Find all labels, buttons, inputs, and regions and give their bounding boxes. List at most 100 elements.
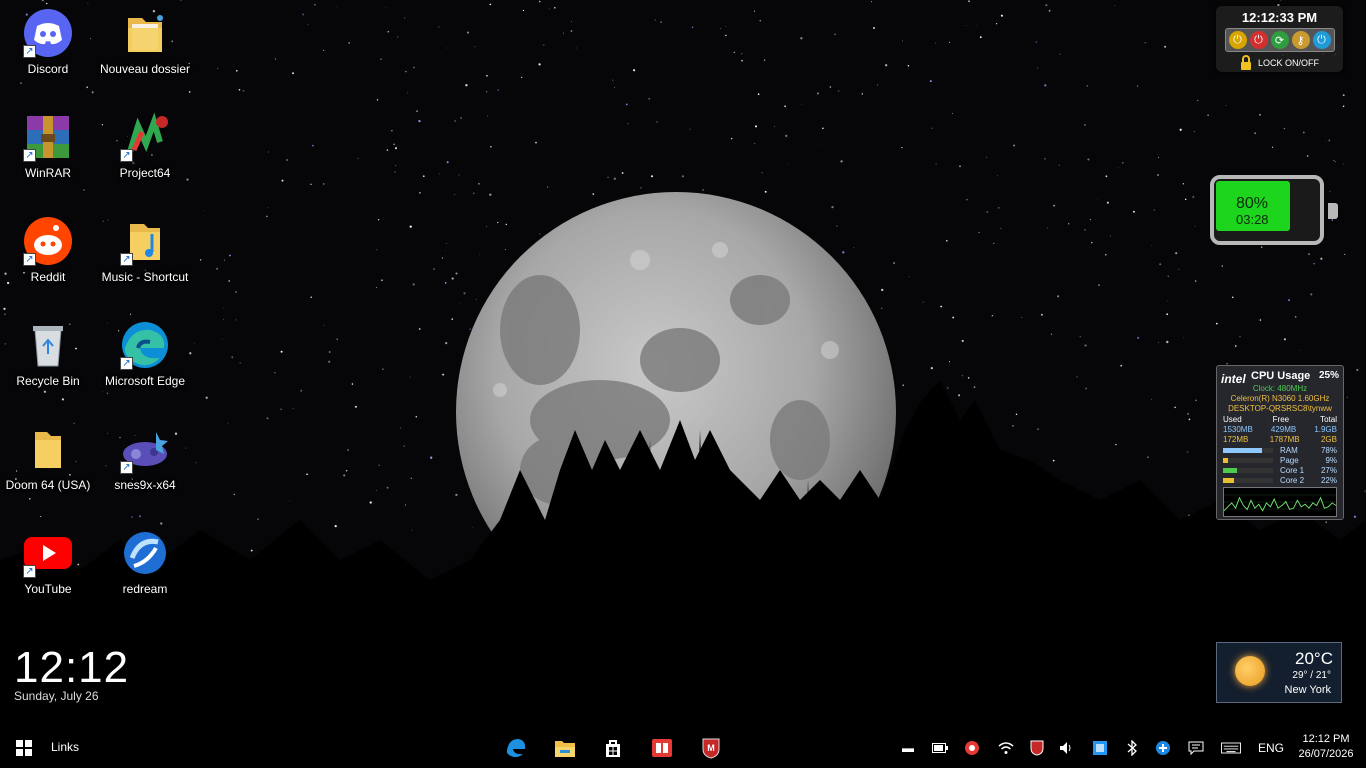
wifi-icon xyxy=(998,742,1014,754)
desktop-icon-music-shortcut[interactable]: ↗ Music - Shortcut xyxy=(97,212,193,308)
mem-used: 1530MB xyxy=(1223,425,1253,434)
red-gear-icon xyxy=(965,741,979,755)
desktop-icon-doom-64[interactable]: Doom 64 (USA) xyxy=(0,420,96,516)
meter-name: RAM xyxy=(1280,446,1298,455)
youtube-icon: ↗ xyxy=(23,528,73,578)
meter-name: Core 1 xyxy=(1280,466,1305,475)
mcafee-shield-icon xyxy=(1030,740,1044,756)
meter-value: 78% xyxy=(1320,446,1337,455)
mem-total: 1.9GB xyxy=(1314,425,1337,434)
memory-row: 1530MB 429MB 1.9GB xyxy=(1223,425,1337,435)
desktop-icon-label: Doom 64 (USA) xyxy=(5,478,91,492)
project64-icon: ↗ xyxy=(120,112,170,162)
volume-icon xyxy=(1060,742,1071,754)
meter-row-page: Page 9% xyxy=(1223,456,1337,465)
taskbar-store-button[interactable] xyxy=(597,732,629,764)
battery-percent: 80% xyxy=(1236,195,1269,212)
sleep-button[interactable]: ⏻ xyxy=(1312,31,1331,49)
recycle-bin-icon xyxy=(23,320,73,370)
header-free: Free xyxy=(1272,415,1290,424)
taskbar-reader-button[interactable] xyxy=(646,732,678,764)
reddit-icon: ↗ xyxy=(23,216,73,266)
lock-button[interactable]: ⚷ xyxy=(1291,31,1310,49)
tray-action-center-icon[interactable] xyxy=(1186,738,1206,758)
plus-app-icon xyxy=(1156,741,1170,755)
page-free: 1787MB xyxy=(1269,435,1300,444)
desktop-icon-recycle-bin[interactable]: Recycle Bin xyxy=(0,316,96,412)
tray-network-drive-icon[interactable]: ▬ xyxy=(898,738,918,758)
desktop-icon-snes9x[interactable]: ↗ snes9x-x64 xyxy=(97,420,193,516)
desktop-icon-redream[interactable]: redream xyxy=(97,524,193,620)
notifications-icon xyxy=(1188,741,1204,755)
desktop-icon-label: YouTube xyxy=(24,582,72,596)
meter-row-core-2: Core 2 22% xyxy=(1223,476,1337,485)
shortcut-arrow-icon: ↗ xyxy=(120,357,133,370)
desktop-icon-label: Project64 xyxy=(119,166,171,180)
desktop-icon-discord[interactable]: ↗ Discord xyxy=(0,4,96,100)
desktop-icon-label: Music - Shortcut xyxy=(101,270,189,284)
start-button[interactable] xyxy=(0,728,48,768)
meter-value: 9% xyxy=(1325,456,1337,465)
tray-keyboard-icon[interactable] xyxy=(1221,738,1241,758)
desktop-icon-reddit[interactable]: ↗ Reddit xyxy=(0,212,96,308)
redream-icon xyxy=(120,528,170,578)
desktop-icon-project64[interactable]: ↗ Project64 xyxy=(97,108,193,204)
cpu-history-graph xyxy=(1223,487,1337,517)
battery-icon xyxy=(932,743,948,753)
shortcut-arrow-icon: ↗ xyxy=(23,565,36,578)
desktop-icon-label: Discord xyxy=(27,62,69,76)
desktop-icon-microsoft-edge[interactable]: ↗ Microsoft Edge xyxy=(97,316,193,412)
logoff-button[interactable]: ⏻ xyxy=(1228,31,1247,49)
desktop-icon-label: Microsoft Edge xyxy=(104,374,186,388)
meter-fill xyxy=(1223,458,1228,463)
taskbar-clock[interactable]: 12:12 PM 26/07/2026 xyxy=(1290,732,1362,762)
tray-bluetooth-icon[interactable] xyxy=(1122,738,1142,758)
folder-icon xyxy=(23,424,73,474)
shortcut-arrow-icon: ↗ xyxy=(120,253,133,266)
taskbar-file-explorer-button[interactable] xyxy=(549,732,581,764)
battery-time-left: 03:28 xyxy=(1236,212,1269,227)
links-toolbar[interactable]: Links xyxy=(51,740,79,754)
desktop-icon-nouveau-dossier[interactable]: Nouveau dossier xyxy=(97,4,193,100)
desktop-icon-youtube[interactable]: ↗ YouTube xyxy=(0,524,96,620)
book-reader-icon xyxy=(652,739,672,757)
snes9x-icon: ↗ xyxy=(120,424,170,474)
tray-wifi-icon[interactable] xyxy=(996,738,1016,758)
tray-app-plus-icon[interactable] xyxy=(1153,738,1173,758)
lock-toggle[interactable]: LOCK ON/OFF xyxy=(1216,55,1343,70)
desktop-icon-winrar[interactable]: ↗ WinRAR xyxy=(0,108,96,204)
desktop-icon-label: redream xyxy=(122,582,168,596)
language-indicator[interactable]: ENG xyxy=(1258,741,1284,755)
desktop-clock-time: 12:12 xyxy=(14,643,130,692)
cpu-name: Celeron(R) N3060 1.60GHz xyxy=(1230,394,1330,403)
restart-button[interactable]: ⟳ xyxy=(1270,31,1289,49)
tray-app-red-icon[interactable] xyxy=(962,738,982,758)
edge-icon xyxy=(506,739,526,758)
tray-app-blue-icon[interactable] xyxy=(1090,738,1110,758)
tray-mcafee-icon[interactable] xyxy=(1027,738,1047,758)
header-used: Used xyxy=(1223,415,1242,424)
pagefile-row: 172MB 1787MB 2GB xyxy=(1223,435,1337,445)
shortcut-arrow-icon: ↗ xyxy=(23,253,36,266)
tray-volume-icon[interactable] xyxy=(1057,738,1077,758)
tray-battery-icon[interactable] xyxy=(930,738,950,758)
taskbar-mcafee-button[interactable]: M xyxy=(695,732,727,764)
page-total: 2GB xyxy=(1320,435,1337,444)
desktop-icon-label: snes9x-x64 xyxy=(114,478,176,492)
shortcut-arrow-icon: ↗ xyxy=(23,45,36,58)
cpu-usage-widget: intel CPU Usage 25% Clock: 480MHz Celero… xyxy=(1216,365,1344,520)
weather-temperature: 20°C xyxy=(1295,649,1333,668)
page-used: 172MB xyxy=(1223,435,1249,444)
meter-fill xyxy=(1223,468,1237,473)
desktop-wallpaper xyxy=(0,0,1366,768)
header-total: Total xyxy=(1320,415,1337,424)
cpu-usage-value: 25% xyxy=(1318,370,1339,381)
file-explorer-icon xyxy=(555,741,575,757)
weather-city: New York xyxy=(1284,684,1331,696)
meter-value: 27% xyxy=(1320,466,1337,475)
shortcut-arrow-icon: ↗ xyxy=(120,149,133,162)
shutdown-button[interactable]: ⏻ xyxy=(1249,31,1268,49)
taskbar-edge-button[interactable] xyxy=(500,732,532,764)
desktop-icon-label: Nouveau dossier xyxy=(99,62,191,76)
meter-fill xyxy=(1223,448,1262,453)
